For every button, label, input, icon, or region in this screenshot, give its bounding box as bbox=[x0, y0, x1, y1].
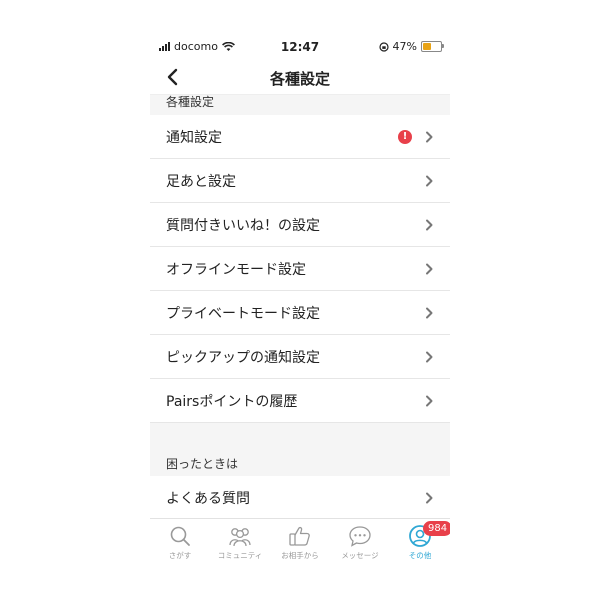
section-header-settings: 各種設定 bbox=[150, 95, 450, 111]
list-item-label: Pairsポイントの履歴 bbox=[166, 393, 298, 410]
list-item-footprint-settings[interactable]: 足あと設定 bbox=[150, 159, 450, 203]
tab-other[interactable]: 984 その他 bbox=[390, 519, 450, 566]
list-item-notification-settings[interactable]: 通知設定 ! bbox=[150, 115, 450, 159]
battery-percent: 47% bbox=[392, 40, 417, 53]
chevron-right-icon bbox=[424, 262, 434, 276]
search-icon bbox=[167, 524, 193, 548]
list-item-offline-mode[interactable]: オフラインモード設定 bbox=[150, 247, 450, 291]
list-item-label: 足あと設定 bbox=[166, 173, 236, 190]
orientation-lock-icon bbox=[378, 41, 389, 52]
chevron-right-icon bbox=[424, 218, 434, 232]
tab-search[interactable]: さがす bbox=[150, 519, 210, 566]
tab-community[interactable]: コミュニティ bbox=[210, 519, 270, 566]
community-icon bbox=[227, 524, 253, 548]
list-item-label: よくある質問 bbox=[166, 490, 250, 507]
help-list: よくある質問 bbox=[150, 476, 450, 520]
alert-badge: ! bbox=[398, 129, 412, 144]
tab-label: さがす bbox=[168, 551, 192, 560]
list-item-private-mode[interactable]: プライベートモード設定 bbox=[150, 291, 450, 335]
chevron-right-icon bbox=[424, 174, 434, 188]
chevron-right-icon bbox=[424, 350, 434, 364]
status-bar: docomo 12:47 47% bbox=[150, 34, 450, 60]
chevron-right-icon bbox=[424, 306, 434, 320]
nav-bar: 各種設定 bbox=[150, 60, 450, 95]
tab-messages[interactable]: メッセージ bbox=[330, 519, 390, 566]
battery-icon bbox=[421, 41, 444, 52]
chevron-right-icon bbox=[424, 394, 434, 408]
chevron-right-icon bbox=[424, 130, 434, 144]
page-title: 各種設定 bbox=[269, 70, 330, 88]
phone-screen: docomo 12:47 47% 各種設定 各種設定 通知設定 ! 足あと設定 … bbox=[150, 34, 450, 566]
list-item-points-history[interactable]: Pairsポイントの履歴 bbox=[150, 379, 450, 423]
list-item-pickup-notification[interactable]: ピックアップの通知設定 bbox=[150, 335, 450, 379]
tab-likes[interactable]: お相手から bbox=[270, 519, 330, 566]
list-item-label: 通知設定 bbox=[166, 129, 222, 146]
tab-label: その他 bbox=[408, 551, 432, 560]
settings-list: 通知設定 ! 足あと設定 質問付きいいね！の設定 オフラインモード設定 プライベ… bbox=[150, 115, 450, 423]
notification-badge: 984 bbox=[423, 521, 450, 536]
thumbs-up-icon bbox=[287, 524, 313, 548]
section-header-help: 困ったときは bbox=[150, 454, 450, 474]
list-item-faq[interactable]: よくある質問 bbox=[150, 476, 450, 520]
tab-bar: さがす コミュニティ お相手から メッセージ 984 その他 bbox=[150, 518, 450, 566]
message-icon bbox=[347, 524, 373, 548]
list-item-question-like-settings[interactable]: 質問付きいいね！の設定 bbox=[150, 203, 450, 247]
chevron-right-icon bbox=[424, 491, 434, 505]
tab-label: メッセージ bbox=[341, 551, 379, 560]
list-item-label: 質問付きいいね！の設定 bbox=[166, 217, 320, 234]
tab-label: お相手から bbox=[281, 551, 319, 560]
list-item-label: ピックアップの通知設定 bbox=[166, 349, 320, 366]
list-item-label: オフラインモード設定 bbox=[166, 261, 306, 278]
tab-label: コミュニティ bbox=[217, 551, 263, 560]
battery-info: 47% bbox=[378, 40, 444, 53]
list-item-label: プライベートモード設定 bbox=[166, 305, 320, 322]
